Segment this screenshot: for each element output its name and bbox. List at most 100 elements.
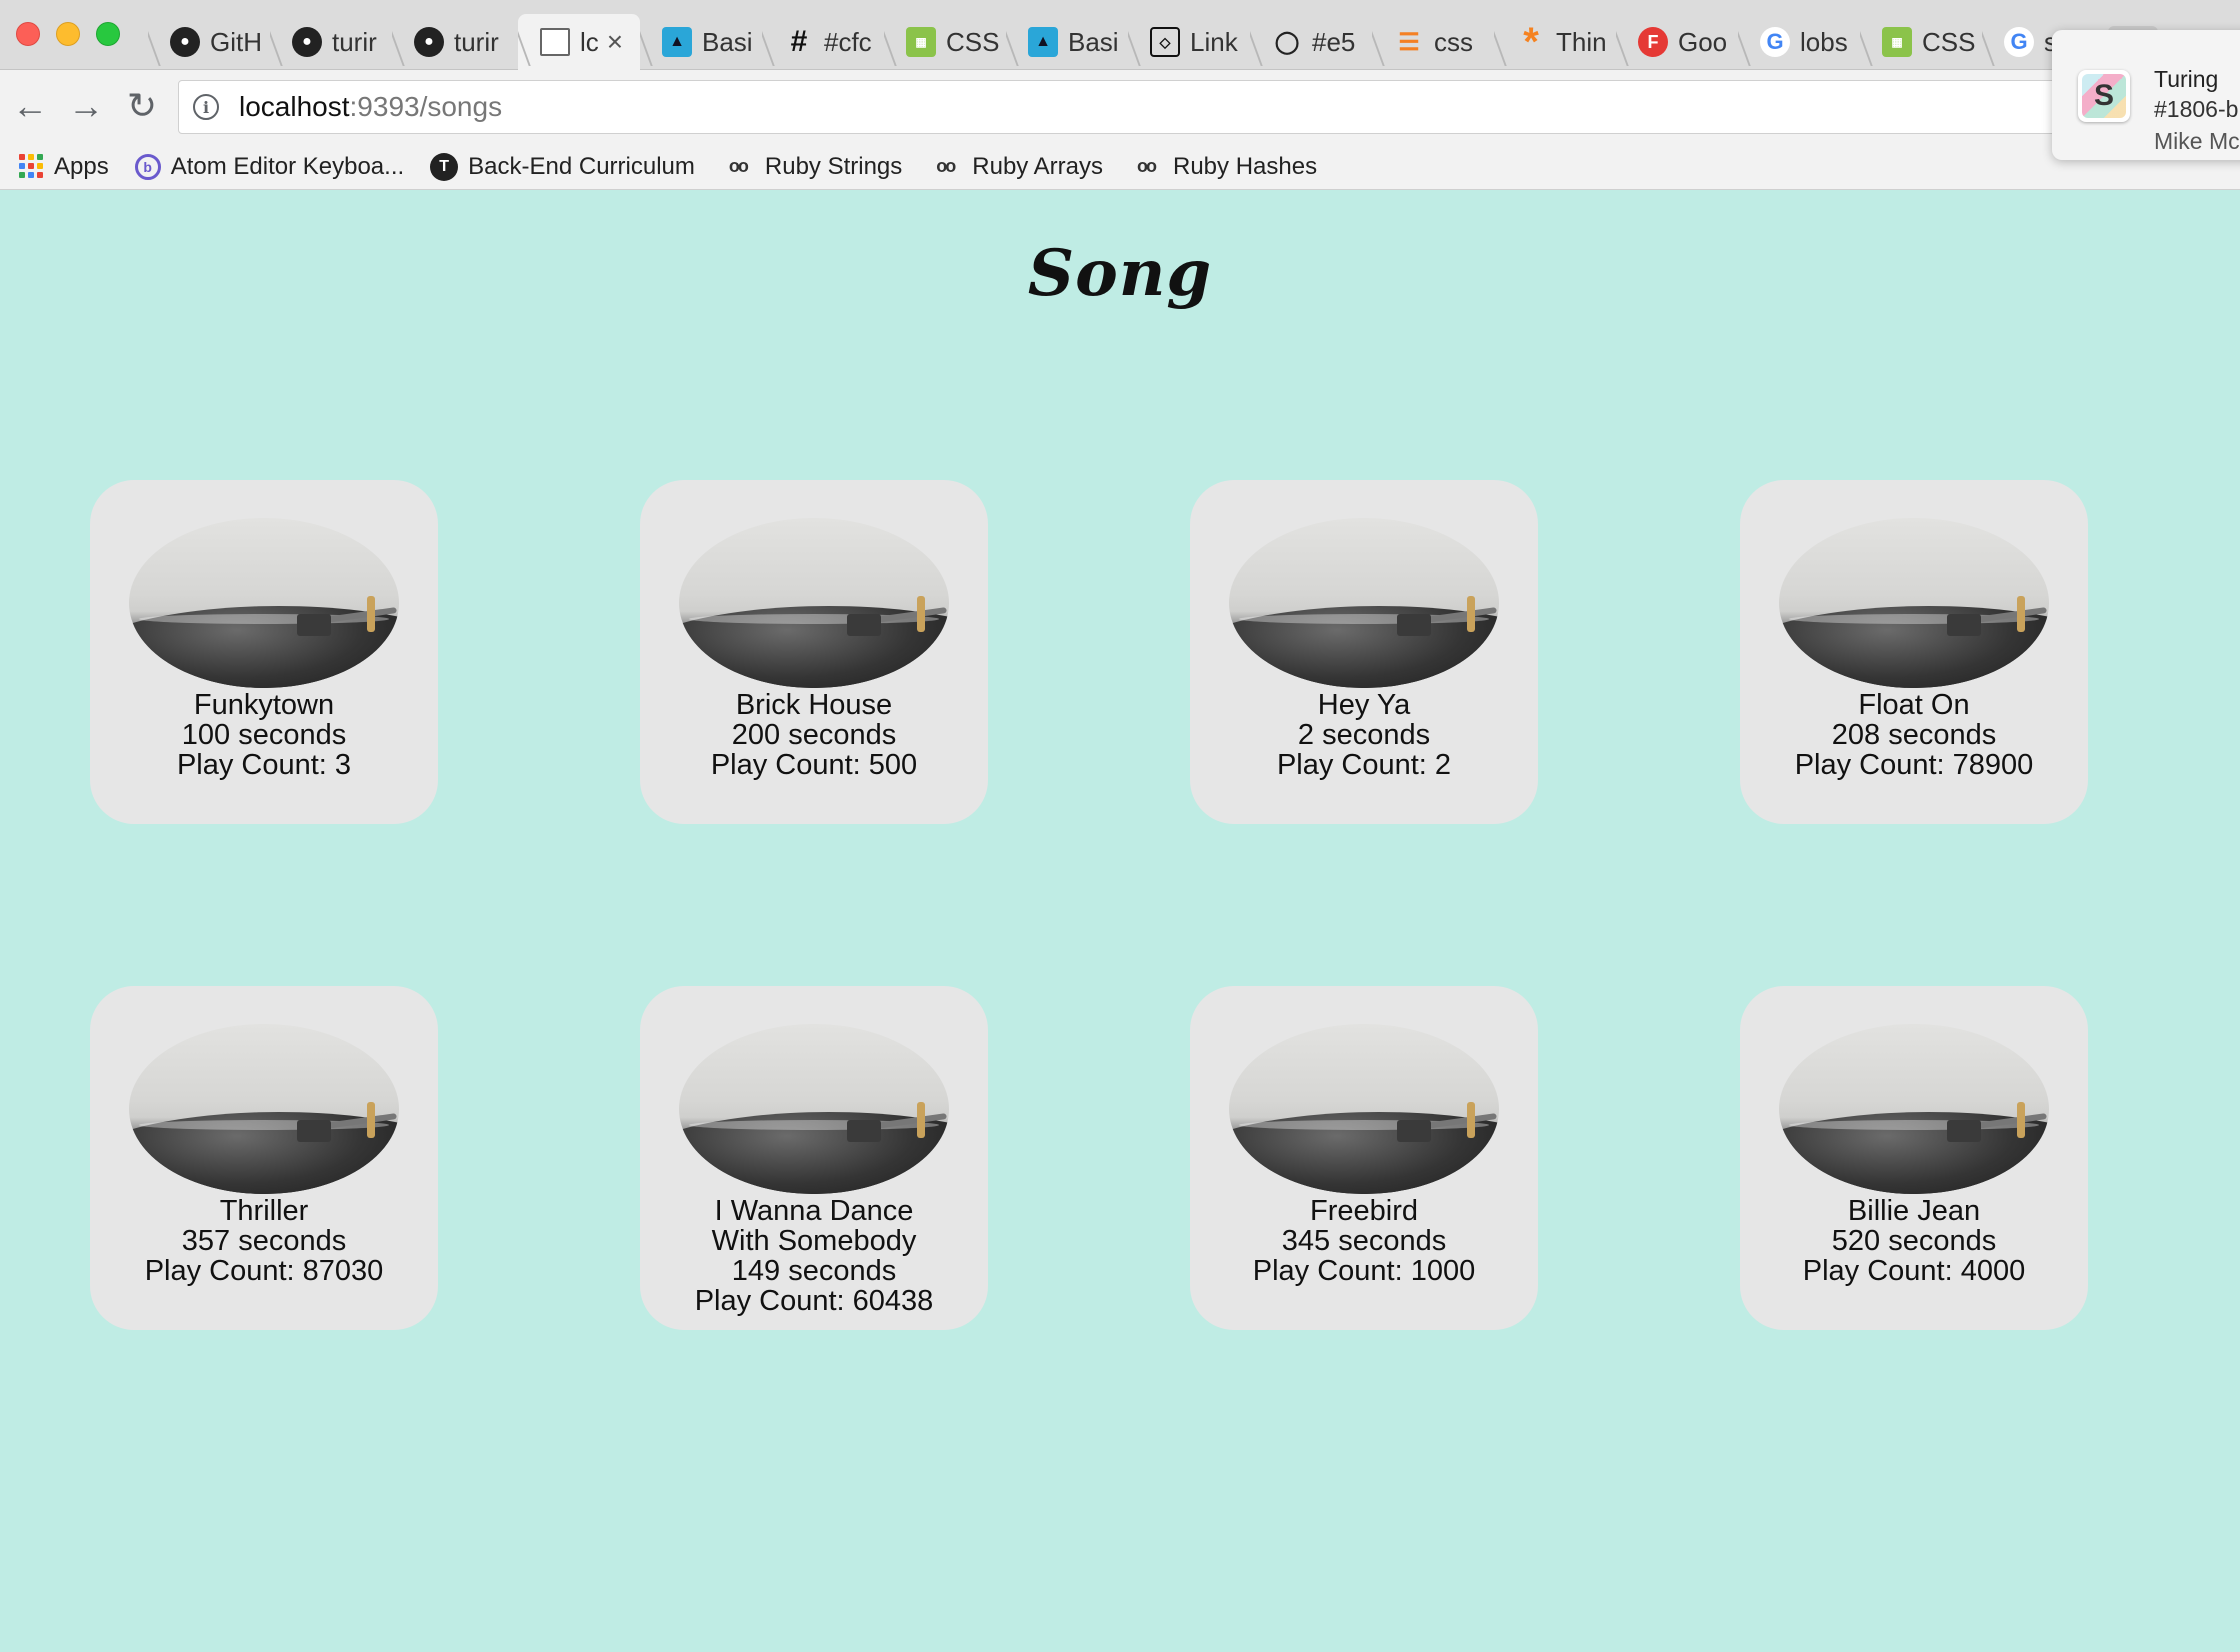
- notification-channel: #1806-b: [2154, 96, 2239, 122]
- tab-title: css: [1434, 26, 1473, 57]
- apps-icon: [18, 153, 44, 180]
- google-icon: G: [2004, 27, 2034, 57]
- glasses-icon: oo: [1137, 156, 1157, 176]
- glasses-icon: oo: [936, 156, 956, 176]
- stack-icon: ☰: [1398, 28, 1420, 56]
- browser-tab[interactable]: * Thin: [1494, 14, 1616, 70]
- song-play-count: Play Count: 3: [176, 749, 352, 781]
- browser-tab[interactable]: ● GitH: [148, 14, 270, 70]
- bookmarks-bar: Apps b Atom Editor Keyboa... T Back-End …: [0, 144, 2240, 190]
- forward-arrow-icon[interactable]: →: [66, 86, 106, 126]
- bookmark-apps[interactable]: Apps: [18, 153, 109, 181]
- tab-title: Basi: [702, 26, 753, 57]
- browser-tab[interactable]: ▦ CSS: [884, 14, 1006, 70]
- hash-icon: #: [790, 25, 808, 58]
- css-icon: ▦: [1882, 27, 1912, 57]
- song-card: I Wanna Dance With Somebody 149 seconds …: [640, 986, 988, 1330]
- browser-tab[interactable]: ▲ Basi: [1006, 14, 1128, 70]
- close-tab-icon[interactable]: ×: [607, 26, 623, 58]
- tab-title: turir: [454, 26, 499, 57]
- browser-tab[interactable]: ● turir: [392, 14, 514, 70]
- song-name: Hey Ya: [1317, 689, 1411, 721]
- codepen-icon: ◇: [1150, 27, 1180, 57]
- browser-tab-active[interactable]: lc ×: [518, 14, 640, 70]
- song-play-count: Play Count: 4000: [1802, 1255, 2026, 1287]
- browser-tab[interactable]: G s: [1982, 14, 2052, 70]
- tab-title: Basi: [1068, 26, 1119, 57]
- bookmark-ruby-strings[interactable]: oo Ruby Strings: [721, 153, 902, 181]
- browser-tab[interactable]: ☰ css: [1372, 14, 1494, 70]
- back-arrow-icon[interactable]: ←: [10, 86, 50, 126]
- bookmark-label: Back-End Curriculum: [468, 152, 695, 180]
- github-icon: ●: [414, 27, 444, 57]
- browser-tab[interactable]: ● turir: [270, 14, 392, 70]
- asterisk-icon: *: [1523, 19, 1539, 64]
- page-icon: [540, 28, 570, 56]
- reload-icon[interactable]: ↻: [122, 86, 162, 126]
- song-play-count: Play Count: 500: [710, 749, 918, 781]
- tab-strip: ● GitH ● turir ● turir lc × ▲ Basi # #cf…: [0, 0, 2240, 70]
- url-text: localhost:9393/songs: [239, 91, 503, 122]
- panther-icon: ▲: [1028, 27, 1058, 57]
- bookmark-ruby-arrays[interactable]: oo Ruby Arrays: [928, 153, 1103, 181]
- css-icon: ▦: [906, 27, 936, 57]
- turntable-image: [129, 518, 399, 688]
- panther-icon: ▲: [662, 27, 692, 57]
- turntable-image: [129, 1024, 399, 1194]
- browser-tab[interactable]: G lobs: [1738, 14, 1860, 70]
- bookmark-label: Ruby Arrays: [972, 152, 1103, 180]
- turntable-image: [679, 518, 949, 688]
- song-card: Billie Jean 520 seconds Play Count: 4000: [1740, 986, 2088, 1330]
- song-name: I Wanna Dance With Somebody: [711, 1195, 917, 1257]
- github-icon: ●: [170, 27, 200, 57]
- bookmark-ruby-hashes[interactable]: oo Ruby Hashes: [1129, 153, 1317, 181]
- bookmark-label: Atom Editor Keyboa...: [170, 152, 405, 180]
- song-duration: 149 seconds: [731, 1255, 897, 1287]
- tab-title: CSS: [1922, 26, 1976, 57]
- github-icon: ●: [292, 27, 322, 57]
- browser-tab[interactable]: # #cfc: [762, 14, 884, 70]
- tab-title: s: [2044, 26, 2052, 57]
- song-duration: 520 seconds: [1831, 1225, 1997, 1257]
- browser-tab[interactable]: F Goo: [1616, 14, 1738, 70]
- browser-toolbar: ← → ↻ i localhost:9393/songs: [0, 70, 2240, 144]
- song-play-count: Play Count: 2: [1276, 749, 1452, 781]
- tab-title: turir: [332, 26, 377, 57]
- minimize-window-button[interactable]: [56, 22, 80, 46]
- google-icon: G: [1760, 27, 1790, 57]
- song-duration: 208 seconds: [1831, 719, 1997, 751]
- turing-icon: T: [430, 152, 459, 181]
- bookmark-back-end-curriculum[interactable]: T Back-End Curriculum: [430, 152, 695, 181]
- browser-tab[interactable]: ▦ CSS: [1860, 14, 1982, 70]
- song-card: Hey Ya 2 seconds Play Count: 2: [1190, 480, 1538, 824]
- song-duration: 2 seconds: [1297, 719, 1431, 751]
- bookmark-atom-editor[interactable]: b Atom Editor Keyboa...: [134, 152, 405, 181]
- tab-title: Link: [1190, 26, 1238, 57]
- tab-title: Goo: [1678, 26, 1728, 57]
- song-play-count: Play Count: 87030: [144, 1255, 384, 1287]
- close-window-button[interactable]: [16, 22, 40, 46]
- bookmark-label: Ruby Strings: [764, 152, 903, 180]
- browser-tab[interactable]: ◯ #e5: [1250, 14, 1372, 70]
- song-play-count: Play Count: 78900: [1794, 749, 2034, 781]
- song-card: Brick House 200 seconds Play Count: 500: [640, 480, 988, 824]
- notification-title: Turing: [2154, 66, 2219, 92]
- turntable-image: [1229, 1024, 1499, 1194]
- browser-tab[interactable]: ▲ Basi: [640, 14, 762, 70]
- tab-title: #cfc: [824, 26, 872, 57]
- song-name: Thriller: [219, 1195, 309, 1227]
- browser-tab[interactable]: ◇ Link: [1128, 14, 1250, 70]
- song-duration: 100 seconds: [181, 719, 347, 751]
- info-icon[interactable]: i: [193, 94, 219, 120]
- tab-title: GitH: [210, 26, 262, 57]
- address-bar[interactable]: i localhost:9393/songs: [178, 80, 2240, 134]
- turntable-image: [1779, 1024, 2049, 1194]
- turntable-image: [1229, 518, 1499, 688]
- notification-sender: Mike Mc: [2154, 128, 2240, 154]
- tab-title: Thin: [1556, 26, 1607, 57]
- glasses-icon: oo: [728, 156, 749, 176]
- bookmark-label: Ruby Hashes: [1173, 152, 1318, 180]
- zoom-window-button[interactable]: [96, 22, 120, 46]
- song-name: Billie Jean: [1847, 1195, 1981, 1227]
- slack-notification[interactable]: S Turing #1806-b Mike Mc: [2052, 30, 2240, 160]
